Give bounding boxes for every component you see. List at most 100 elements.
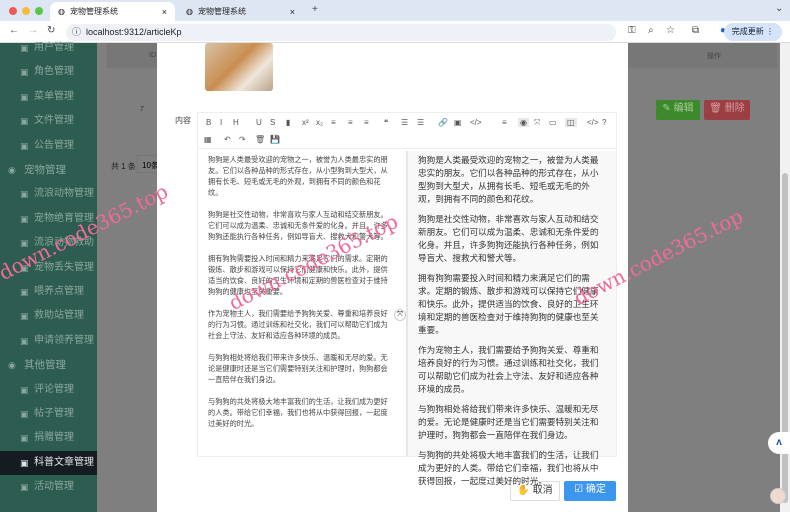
sidebar-item[interactable]: ▣ 评论管理 bbox=[0, 378, 97, 402]
avatar[interactable] bbox=[770, 488, 786, 504]
extensions-icon[interactable]: ⧉ bbox=[692, 25, 699, 36]
sidebar-item-label: 菜单管理 bbox=[34, 90, 74, 102]
markdown-editor: B I H U S ▮ x² x₂ ≡ ≡ ≡ ❝ ☰ ☰ 🔗 ▣ </> ≡ ◉ ⤧ ▭ ◫ </>? ▦ ↶ ↷ 🗑 💾 狗狗是人… bbox=[197, 112, 617, 486]
edit-button[interactable]: ✎ 编辑 bbox=[656, 100, 700, 120]
update-label: 完成更新 bbox=[731, 27, 764, 36]
url-input[interactable]: ⓘ localhost:9312/articleKp bbox=[66, 24, 616, 41]
toolbar-button[interactable]: ≡ bbox=[348, 118, 353, 127]
star-icon[interactable]: ☆ bbox=[666, 25, 675, 36]
close-tab-icon[interactable]: × bbox=[162, 7, 167, 17]
sidebar-item[interactable]: ▣ 捐赠管理 bbox=[0, 426, 97, 450]
sync-scroll-icon[interactable]: ⤧ bbox=[394, 309, 406, 321]
toolbar-button[interactable]: ▮ bbox=[286, 118, 290, 127]
activity-icon: ▣ bbox=[20, 482, 29, 493]
paragraph: 拥有狗狗需要投入时间和精力来满足它们的需求。定期的锻炼、散步和游戏可以保持它们健… bbox=[418, 273, 599, 335]
sidebar-item[interactable]: ▣ 申请领养管理 bbox=[0, 329, 97, 353]
tab-inactive[interactable]: ◍ 宠物管理系统 × bbox=[178, 2, 303, 21]
sidebar-item-label: 其他管理 bbox=[24, 359, 66, 372]
pet-icon: ◉ bbox=[8, 165, 16, 175]
sidebar-item[interactable]: ▣ 菜单管理 bbox=[0, 85, 97, 109]
close-window-button[interactable] bbox=[9, 7, 17, 15]
toolbar-button[interactable]: U bbox=[256, 118, 262, 127]
sidebar-item[interactable]: ▣ 公告管理 bbox=[0, 134, 97, 158]
toolbar-button[interactable]: x₂ bbox=[316, 118, 323, 127]
paragraph: 与狗狗的共处将极大地丰富我们的生活，让我们成为更好的人类。带给它们幸福，我们也将… bbox=[418, 450, 599, 486]
sidebar-item[interactable]: ◉ 其他管理 bbox=[0, 353, 97, 377]
sidebar-item[interactable]: ▣ 流浪动物救助 bbox=[0, 231, 97, 255]
new-tab-button[interactable]: + bbox=[312, 4, 318, 15]
toolbar-button[interactable]: ↷ bbox=[239, 135, 246, 144]
toolbar-button[interactable]: H bbox=[233, 118, 239, 127]
reload-icon[interactable]: ↻ bbox=[47, 25, 55, 36]
sidebar-item[interactable]: ▣ 宠物丢失管理 bbox=[0, 256, 97, 280]
toolbar-button[interactable]: ▦ bbox=[204, 135, 212, 144]
sidebar-item[interactable]: ◉ 宠物管理 bbox=[0, 158, 97, 182]
sidebar-item-label: 流浪动物管理 bbox=[34, 188, 94, 200]
sidebar-item-label: 活动管理 bbox=[34, 481, 74, 493]
toolbar-button[interactable]: ⤧ bbox=[534, 118, 540, 128]
markdown-preview: 狗狗是人类最受欢迎的宠物之一，被誉为人类最忠实的朋友。它们以各种品种的形式存在，… bbox=[406, 151, 616, 486]
toolbar-button[interactable]: x² bbox=[302, 118, 309, 127]
back-icon[interactable]: ← bbox=[9, 25, 19, 36]
sidebar-item-label: 公告管理 bbox=[34, 139, 74, 151]
close-tab-icon[interactable]: × bbox=[290, 7, 295, 17]
tab-active[interactable]: ◍ 宠物管理系统 × bbox=[50, 2, 175, 21]
minimize-window-button[interactable] bbox=[22, 7, 30, 15]
sidebar-item[interactable]: ▣ 救助站管理 bbox=[0, 304, 97, 328]
toolbar-button[interactable]: I bbox=[220, 118, 222, 127]
forward-icon[interactable]: → bbox=[28, 25, 38, 36]
toolbar-button[interactable]: 💾 bbox=[270, 135, 280, 144]
sterilize-icon: ▣ bbox=[20, 213, 29, 224]
sidebar-item[interactable]: ▣ 帖子管理 bbox=[0, 402, 97, 426]
sidebar: ▣ 用户管理 ▣ 角色管理 ▣ 菜单管理 ▣ 文件管理 ▣ 公告管理 ◉ 宠物管理 ▣ 流浪动物管理 ▣ 宠物… bbox=[0, 42, 97, 512]
toolbar-button[interactable]: ≡ bbox=[502, 118, 507, 127]
toolbar-button[interactable]: </> bbox=[587, 118, 599, 127]
feed-icon: ▣ bbox=[20, 287, 29, 297]
toolbar-button[interactable]: </> bbox=[470, 118, 482, 127]
toolbar-button[interactable]: ☰ bbox=[417, 118, 424, 127]
sidebar-item-label: 救助站管理 bbox=[34, 310, 84, 322]
assistant-icon[interactable]: ʌ bbox=[768, 432, 790, 454]
toolbar-button[interactable]: ≡ bbox=[364, 118, 369, 127]
paragraph: 作为宠物主人，我们需要给予狗狗关爱、尊重和培养良好的行为习惯。通过训练和社交化，… bbox=[418, 345, 599, 394]
paragraph: 狗狗是社交性动物，非常喜欢与家人互动和结交新朋友。它们可以成为温柔、忠诚和无条件… bbox=[208, 210, 388, 241]
editor-toolbar: B I H U S ▮ x² x₂ ≡ ≡ ≡ ❝ ☰ ☰ 🔗 ▣ </> ≡ ◉ ⤧ ▭ ◫ </>? ▦ ↶ ↷ 🗑 💾 bbox=[198, 113, 616, 149]
toolbar-button[interactable]: 🔗 bbox=[438, 118, 448, 127]
sidebar-item[interactable]: ▣ 文件管理 bbox=[0, 109, 97, 133]
toolbar-button[interactable]: ◉ bbox=[518, 118, 529, 127]
sidebar-item[interactable]: ▣ 宠物绝育管理 bbox=[0, 207, 97, 231]
sidebar-item[interactable]: ▣ 喂养点管理 bbox=[0, 280, 97, 304]
notice-icon: ▣ bbox=[20, 140, 29, 151]
markdown-input[interactable]: 狗狗是人类最受欢迎的宠物之一，被誉为人类最忠实的朋友。它们以各种品种的形式存在，… bbox=[198, 151, 404, 456]
sidebar-item-label: 宠物丢失管理 bbox=[34, 261, 94, 273]
toolbar-button[interactable]: B bbox=[206, 118, 211, 127]
sidebar-item[interactable]: ▣ 流浪动物管理 bbox=[0, 182, 97, 206]
toolbar-button[interactable]: ↶ bbox=[224, 135, 231, 144]
sidebar-item[interactable]: ▣ 科普文章管理 bbox=[0, 450, 97, 475]
delete-button[interactable]: 🗑 删除 bbox=[704, 100, 750, 120]
toolbar-button[interactable]: 🗑 bbox=[255, 135, 265, 144]
toolbar-button[interactable]: ☰ bbox=[401, 118, 408, 127]
toolbar-button[interactable]: ❝ bbox=[384, 118, 388, 127]
paragraph: 与狗狗的共处将极大地丰富我们的生活，让我们成为更好的人类。带给它们幸福，我们也将… bbox=[208, 397, 388, 428]
zoom-icon[interactable]: ⌕ bbox=[648, 25, 654, 36]
update-button[interactable]: 完成更新 ⋮ bbox=[723, 23, 782, 41]
sidebar-item[interactable]: ▣ 用户管理 bbox=[0, 36, 97, 60]
user-icon: ▣ bbox=[20, 43, 29, 53]
toolbar-button[interactable]: ? bbox=[602, 118, 606, 127]
animal-icon: ▣ bbox=[20, 189, 29, 200]
toolbar-button[interactable]: ▣ bbox=[454, 118, 462, 127]
toolbar-button[interactable]: ▭ bbox=[549, 118, 557, 127]
sidebar-item[interactable]: ▣ 活动管理 bbox=[0, 475, 97, 499]
content-label: 内容 bbox=[175, 116, 191, 125]
tab-strip: ◍ 宠物管理系统 × ◍ 宠物管理系统 × + ⌄ bbox=[0, 0, 790, 21]
key-icon[interactable]: ⚿ bbox=[628, 25, 636, 36]
tab-menu-icon[interactable]: ⌄ bbox=[775, 3, 783, 14]
toolbar-button[interactable]: S bbox=[270, 118, 275, 127]
row-id: 7 bbox=[140, 106, 144, 113]
maximize-window-button[interactable] bbox=[35, 7, 43, 15]
delete-label: 删除 bbox=[724, 103, 745, 114]
toolbar-button[interactable]: ≡ bbox=[331, 118, 336, 127]
toolbar-button[interactable]: ◫ bbox=[565, 118, 577, 127]
sidebar-item[interactable]: ▣ 角色管理 bbox=[0, 60, 97, 84]
